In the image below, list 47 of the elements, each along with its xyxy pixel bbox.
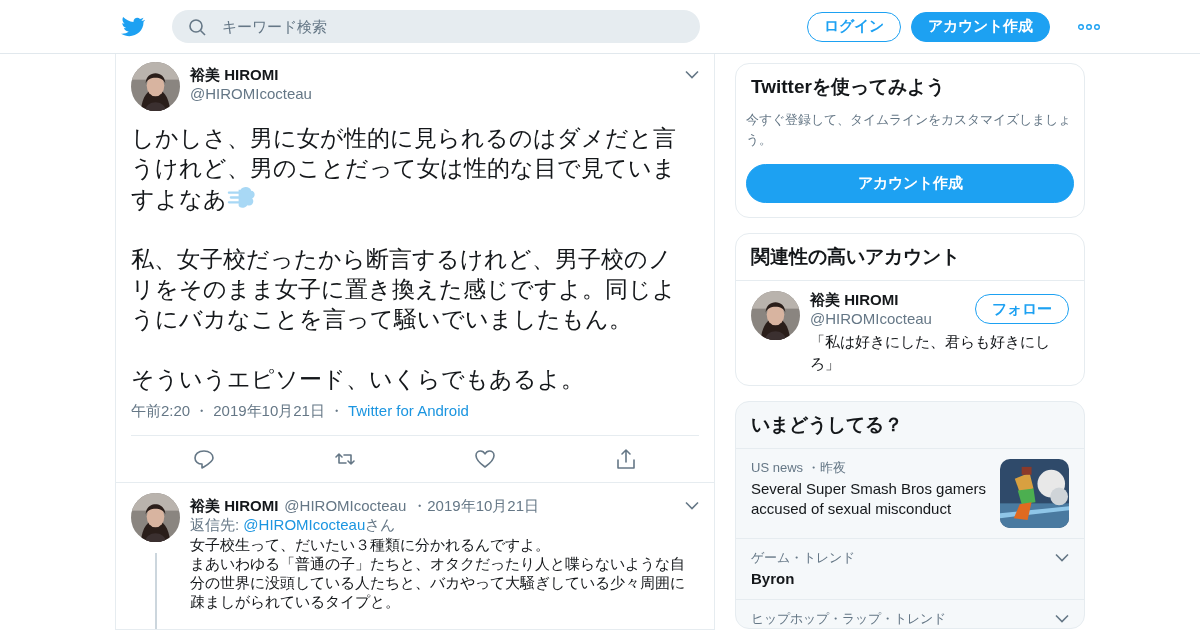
user-name[interactable]: 裕美 HIROMI <box>810 291 975 310</box>
user-handle[interactable]: @HIROMIcocteau <box>284 497 407 514</box>
chevron-icon[interactable] <box>1055 553 1069 563</box>
card-text: 今すぐ登録して、タイムラインをカスタマイズしましょう。 <box>746 111 1072 149</box>
trend-item[interactable]: ゲーム・トレンド Byron <box>736 539 1084 600</box>
search-field[interactable]: キーワード検索 <box>172 10 700 43</box>
share-icon[interactable] <box>614 448 637 470</box>
card-title: 関連性の高いアカウント <box>736 234 1084 281</box>
chevron-icon[interactable] <box>1055 614 1069 624</box>
like-icon[interactable] <box>474 448 497 470</box>
mention-link[interactable]: @HIROMIcocteau <box>243 516 366 533</box>
tweet-text: しかしさ、男に女が性的に見られるのはダメだと言うけれど、男のことだって女は性的な目で見ていますよなあ <box>131 124 677 214</box>
chevron-icon[interactable] <box>685 70 699 80</box>
user-name[interactable]: 裕美 HIROMI <box>190 497 279 516</box>
reply-text: 女子校生って、だいたい３種類に分かれるんですよ。 <box>190 535 551 554</box>
card-title: Twitterを使ってみよう <box>750 75 946 99</box>
trend-item[interactable]: US news ・昨夜 Several Super Smash Bros gamers accused of sexual misconduct <box>736 449 1084 539</box>
user-name[interactable]: 裕美 HIROMI <box>190 66 675 85</box>
chevron-icon[interactable] <box>685 501 699 511</box>
trend-item[interactable]: ヒップホップ・ラップ・トレンド <box>736 600 1084 628</box>
follow-button[interactable]: フォロー <box>975 294 1069 324</box>
signup-button[interactable]: アカウント作成 <box>746 164 1074 203</box>
separator-dot: ・ <box>328 402 344 421</box>
user-bio: 「私は好きにした、君らも好きにしろ」 <box>810 332 1051 374</box>
reply-icon[interactable] <box>193 448 215 470</box>
tweet-text: 私、女子校だったから断言するけれど、男子校のノリをそのまま女子に置き換えた感じですよ。同じようにバカなことを言って騒いでいましたもん。 <box>131 245 677 334</box>
card-title: いまどうしてる？ <box>736 402 1084 449</box>
signup-button[interactable]: アカウント作成 <box>911 11 1050 42</box>
user-handle[interactable]: @HIROMIcocteau <box>810 310 975 327</box>
trend-context: ヒップホップ・ラップ・トレンド <box>751 610 947 628</box>
search-icon <box>188 18 206 36</box>
reply-text: まあいわゆる「普通の子」たちと、オタクだったり人と喋らないような自分の世界に没頭している人たちと、バカやって大騒ぎしている少々周囲に疎ましがられているタイプと。 <box>190 554 686 611</box>
trend-headline: Several Super Smash Bros gamers accused of sexual misconduct <box>751 479 988 519</box>
tweet-time[interactable]: 午前2:20 <box>131 402 191 421</box>
tweet-date: 2019年10月21日 <box>213 402 325 421</box>
bird-logo-icon[interactable] <box>120 15 146 38</box>
user-handle[interactable]: @HIROMIcocteau <box>190 85 675 102</box>
trend-context: US news ・昨夜 <box>751 459 847 477</box>
login-button[interactable]: ログイン <box>807 11 901 42</box>
reply-context: 返信先: @HIROMIcocteauさん <box>190 516 397 535</box>
tweet-text: そういうエピソード、いくらでもあるよ。 <box>131 365 585 394</box>
tweet-date: ・2019年10月21日 <box>412 497 540 516</box>
source-link[interactable]: Twitter for Android <box>347 402 469 421</box>
separator-dot: ・ <box>194 402 210 421</box>
more-icon[interactable] <box>1078 22 1100 31</box>
trend-context: ゲーム・トレンド <box>751 549 856 567</box>
trend-headline: Byron <box>751 569 796 589</box>
